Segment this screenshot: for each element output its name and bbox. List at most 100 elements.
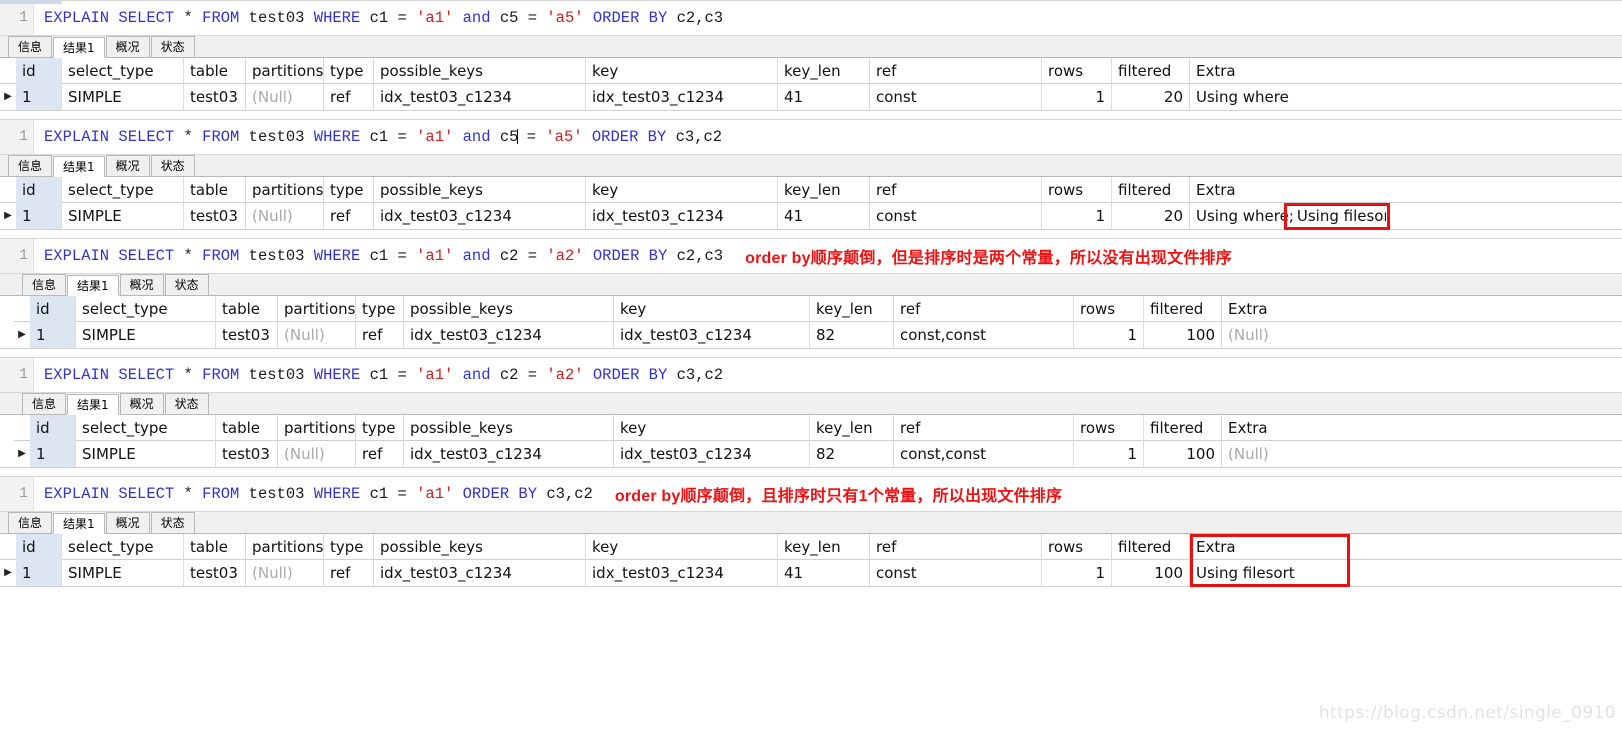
cell-key[interactable]: idx_test03_c1234 (586, 203, 778, 229)
cell-id[interactable]: 1 (30, 322, 76, 348)
cell-ref[interactable]: const (870, 560, 1042, 586)
cell-select_type[interactable]: SIMPLE (62, 203, 184, 229)
tab-result1[interactable]: 结果1 (53, 37, 105, 58)
tab-status[interactable]: 状态 (150, 155, 195, 176)
column-header-type[interactable]: type (324, 176, 374, 203)
column-header-filtered[interactable]: filtered (1112, 57, 1190, 84)
cell-extra[interactable]: Using filesort (1190, 560, 1386, 586)
cell-rows[interactable]: 1 (1074, 441, 1144, 467)
column-header-table[interactable]: table (216, 414, 278, 441)
column-header-id[interactable]: id (30, 295, 76, 322)
cell-select_type[interactable]: SIMPLE (76, 441, 216, 467)
sql-query-text[interactable]: EXPLAIN SELECT * FROM test03 WHERE c1 = … (34, 366, 723, 384)
sql-query-text[interactable]: EXPLAIN SELECT * FROM test03 WHERE c1 = … (34, 128, 722, 146)
cell-table[interactable]: test03 (184, 203, 246, 229)
table-row[interactable]: ▶ 1 SIMPLE test03 (Null) ref idx_test03_c1234 i… (0, 560, 1622, 586)
column-header-type[interactable]: type (324, 533, 374, 560)
sql-editor-line[interactable]: 1 EXPLAIN SELECT * FROM test03 WHERE c1 =… (0, 0, 1622, 36)
cell-key_len[interactable]: 41 (778, 84, 870, 110)
column-header-ref[interactable]: ref (870, 533, 1042, 560)
column-header-extra[interactable]: Extra (1190, 177, 1386, 203)
cell-possible_keys[interactable]: idx_test03_c1234 (404, 322, 614, 348)
column-header-filtered[interactable]: filtered (1144, 414, 1222, 441)
cell-type[interactable]: ref (324, 203, 374, 229)
column-header-select_type[interactable]: select_type (62, 533, 184, 560)
column-header-id[interactable]: id (30, 414, 76, 441)
column-header-rows[interactable]: rows (1042, 533, 1112, 560)
column-header-select_type[interactable]: select_type (76, 295, 216, 322)
column-header-rows[interactable]: rows (1042, 176, 1112, 203)
cell-type[interactable]: ref (324, 560, 374, 586)
cell-filtered[interactable]: 20 (1112, 203, 1190, 229)
cell-table[interactable]: test03 (184, 560, 246, 586)
column-header-extra[interactable]: Extra (1190, 58, 1386, 84)
cell-id[interactable]: 1 (16, 203, 62, 229)
tab-info[interactable]: 信息 (8, 36, 53, 57)
tab-status[interactable]: 状态 (164, 274, 209, 295)
column-header-extra[interactable]: Extra (1190, 534, 1386, 560)
cell-table[interactable]: test03 (216, 441, 278, 467)
column-header-extra[interactable]: Extra (1222, 296, 1438, 322)
tab-profile[interactable]: 概况 (105, 155, 150, 176)
tab-result1[interactable]: 结果1 (67, 394, 119, 415)
cell-extra[interactable]: Using where; Using filesort (1190, 203, 1386, 229)
cell-rows[interactable]: 1 (1042, 560, 1112, 586)
cell-key[interactable]: idx_test03_c1234 (614, 322, 810, 348)
cell-id[interactable]: 1 (30, 441, 76, 467)
column-header-id[interactable]: id (16, 57, 62, 84)
table-row[interactable]: ▶ 1 SIMPLE test03 (Null) ref idx_test03_c1234 i… (14, 322, 1622, 348)
cell-ref[interactable]: const (870, 84, 1042, 110)
column-header-rows[interactable]: rows (1042, 57, 1112, 84)
cell-rows[interactable]: 1 (1042, 84, 1112, 110)
column-header-key_len[interactable]: key_len (810, 295, 894, 322)
column-header-possible_keys[interactable]: possible_keys (374, 57, 586, 84)
column-header-ref[interactable]: ref (894, 414, 1074, 441)
cell-type[interactable]: ref (324, 84, 374, 110)
cell-filtered[interactable]: 100 (1144, 322, 1222, 348)
column-header-possible_keys[interactable]: possible_keys (374, 533, 586, 560)
sql-editor-line[interactable]: 1 EXPLAIN SELECT * FROM test03 WHERE c1 =… (0, 119, 1622, 155)
cell-id[interactable]: 1 (16, 560, 62, 586)
column-header-key[interactable]: key (586, 57, 778, 84)
column-header-key[interactable]: key (614, 295, 810, 322)
cell-filtered[interactable]: 100 (1112, 560, 1190, 586)
cell-possible_keys[interactable]: idx_test03_c1234 (374, 560, 586, 586)
column-header-partitions[interactable]: partitions (246, 176, 324, 203)
cell-select_type[interactable]: SIMPLE (76, 322, 216, 348)
column-header-select_type[interactable]: select_type (76, 414, 216, 441)
cell-key[interactable]: idx_test03_c1234 (614, 441, 810, 467)
cell-id[interactable]: 1 (16, 84, 62, 110)
column-header-rows[interactable]: rows (1074, 414, 1144, 441)
sql-editor-line[interactable]: 1 EXPLAIN SELECT * FROM test03 WHERE c1 =… (0, 476, 1622, 512)
cell-table[interactable]: test03 (216, 322, 278, 348)
cell-key[interactable]: idx_test03_c1234 (586, 560, 778, 586)
column-header-partitions[interactable]: partitions (246, 533, 324, 560)
column-header-partitions[interactable]: partitions (278, 295, 356, 322)
column-header-type[interactable]: type (356, 414, 404, 441)
column-header-key_len[interactable]: key_len (778, 533, 870, 560)
column-header-select_type[interactable]: select_type (62, 57, 184, 84)
column-header-type[interactable]: type (324, 57, 374, 84)
column-header-possible_keys[interactable]: possible_keys (374, 176, 586, 203)
sql-editor-line[interactable]: 1 EXPLAIN SELECT * FROM test03 WHERE c1 =… (0, 238, 1622, 274)
column-header-select_type[interactable]: select_type (62, 176, 184, 203)
column-header-key[interactable]: key (614, 414, 810, 441)
cell-partitions[interactable]: (Null) (278, 441, 356, 467)
sql-editor-line[interactable]: 1 EXPLAIN SELECT * FROM test03 WHERE c1 =… (0, 357, 1622, 393)
table-row[interactable]: ▶ 1 SIMPLE test03 (Null) ref idx_test03_c1234 i… (0, 203, 1622, 229)
tab-profile[interactable]: 概况 (119, 393, 164, 414)
tab-info[interactable]: 信息 (22, 393, 67, 414)
column-header-type[interactable]: type (356, 295, 404, 322)
table-row[interactable]: ▶ 1 SIMPLE test03 (Null) ref idx_test03_c1234 i… (0, 84, 1622, 110)
cell-table[interactable]: test03 (184, 84, 246, 110)
tab-profile[interactable]: 概况 (119, 274, 164, 295)
column-header-id[interactable]: id (16, 176, 62, 203)
column-header-partitions[interactable]: partitions (246, 57, 324, 84)
sql-query-text[interactable]: EXPLAIN SELECT * FROM test03 WHERE c1 = … (34, 247, 723, 265)
cell-possible_keys[interactable]: idx_test03_c1234 (404, 441, 614, 467)
column-header-table[interactable]: table (216, 295, 278, 322)
cell-key_len[interactable]: 41 (778, 203, 870, 229)
column-header-extra[interactable]: Extra (1222, 415, 1438, 441)
cell-extra[interactable]: (Null) (1222, 441, 1438, 467)
column-header-possible_keys[interactable]: possible_keys (404, 295, 614, 322)
